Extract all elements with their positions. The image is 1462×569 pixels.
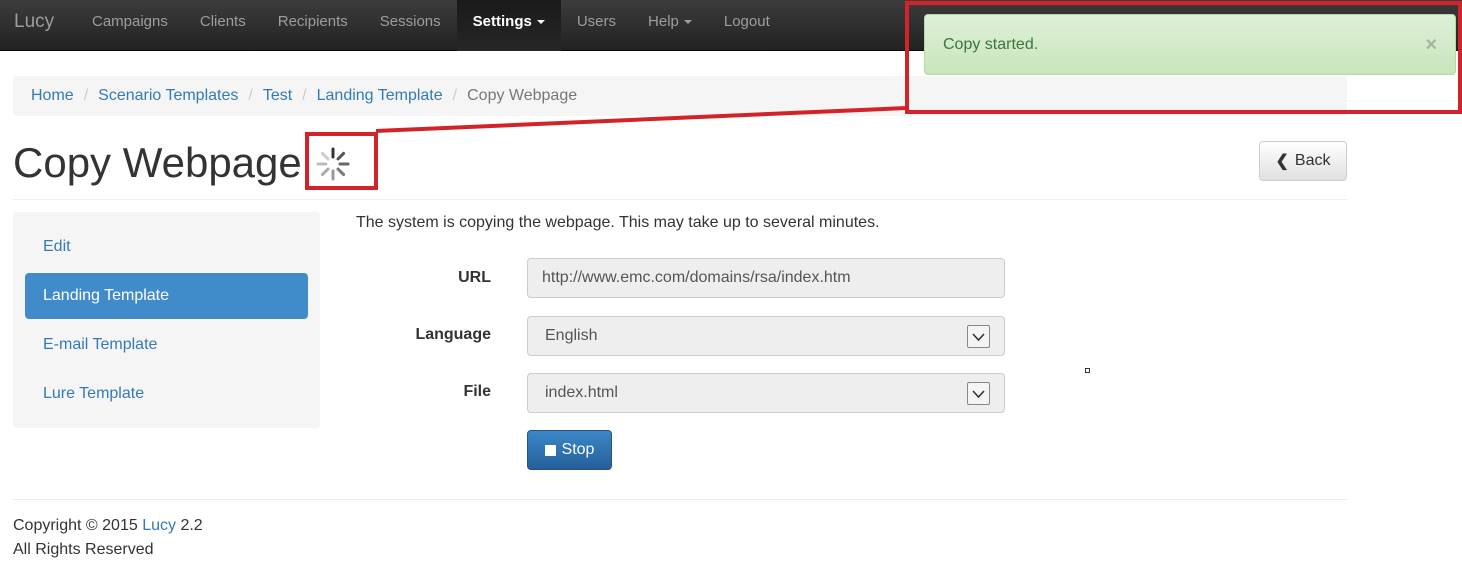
breadcrumb-separator: / (248, 87, 253, 104)
breadcrumb-scenario-templates[interactable]: Scenario Templates (98, 87, 238, 105)
sidebar-nav: Edit Landing Template E-mail Template Lu… (13, 212, 320, 428)
chevron-down-icon[interactable] (967, 325, 990, 348)
breadcrumb-home[interactable]: Home (31, 87, 74, 105)
nav-item-sessions[interactable]: Sessions (364, 0, 457, 51)
language-select[interactable]: English (527, 316, 1005, 356)
breadcrumb-current: Copy Webpage (467, 87, 578, 104)
footer: Copyright © 2015 Lucy 2.2 All Rights Res… (13, 514, 203, 562)
sidebar-item-landing-template[interactable]: Landing Template (25, 273, 308, 319)
copyright-text: Copyright © 2015 (13, 517, 138, 534)
nav-item-campaigns[interactable]: Campaigns (76, 0, 184, 51)
sidebar-item-edit[interactable]: Edit (25, 224, 308, 270)
nav-item-recipients[interactable]: Recipients (262, 0, 364, 51)
nav-item-settings[interactable]: Settings (456, 0, 561, 51)
footer-divider (13, 499, 1347, 500)
brand-logo[interactable]: Lucy (14, 11, 54, 33)
chevron-down-icon[interactable] (967, 382, 990, 405)
url-label: URL (458, 269, 491, 286)
nav-item-settings-label: Settings (472, 13, 532, 30)
footer-copyright: Copyright © 2015 Lucy 2.2 (13, 514, 203, 538)
nav-item-users[interactable]: Users (561, 0, 632, 51)
stop-button-label: Stop (561, 441, 595, 458)
back-button[interactable]: ❮ Back (1259, 141, 1347, 181)
url-field[interactable]: http://www.emc.com/domains/rsa/index.htm (527, 258, 1005, 298)
breadcrumb-separator: / (302, 87, 307, 104)
caret-down-icon (536, 20, 545, 25)
status-message: The system is copying the webpage. This … (356, 214, 880, 231)
breadcrumb-separator: / (452, 87, 458, 104)
chevron-left-icon: ❮ (1275, 153, 1289, 170)
breadcrumb-separator: / (83, 87, 89, 104)
back-button-label: Back (1294, 152, 1331, 169)
nav-item-help[interactable]: Help (632, 0, 708, 51)
file-select[interactable]: index.html (527, 373, 1005, 413)
nav-item-help-label: Help (648, 13, 679, 30)
annotation-frame-alert (905, 1, 1462, 114)
breadcrumb-landing-template[interactable]: Landing Template (317, 87, 443, 105)
stop-button[interactable]: Stop (527, 430, 612, 470)
nav-item-logout[interactable]: Logout (708, 0, 786, 51)
breadcrumb-test[interactable]: Test (263, 87, 292, 105)
language-value: English (545, 327, 598, 344)
file-value: index.html (545, 384, 618, 401)
caret-down-icon (683, 20, 692, 25)
file-label: File (463, 383, 491, 400)
sidebar-item-lure-template[interactable]: Lure Template (25, 371, 308, 417)
nav-item-clients[interactable]: Clients (184, 0, 262, 51)
annotation-frame-spinner (305, 132, 378, 190)
nav-menu: Campaigns Clients Recipients Sessions Se… (76, 0, 786, 51)
resize-handle (1085, 368, 1090, 373)
sidebar-item-email-template[interactable]: E-mail Template (25, 322, 308, 368)
url-value: http://www.emc.com/domains/rsa/index.htm (542, 269, 851, 286)
footer-version: 2.2 (180, 517, 203, 534)
stop-icon (544, 444, 556, 456)
language-label: Language (415, 326, 491, 343)
divider (13, 199, 1347, 200)
footer-brand-link[interactable]: Lucy (142, 517, 176, 534)
page-title: Copy Webpage (13, 139, 302, 186)
footer-rights: All Rights Reserved (13, 541, 154, 558)
